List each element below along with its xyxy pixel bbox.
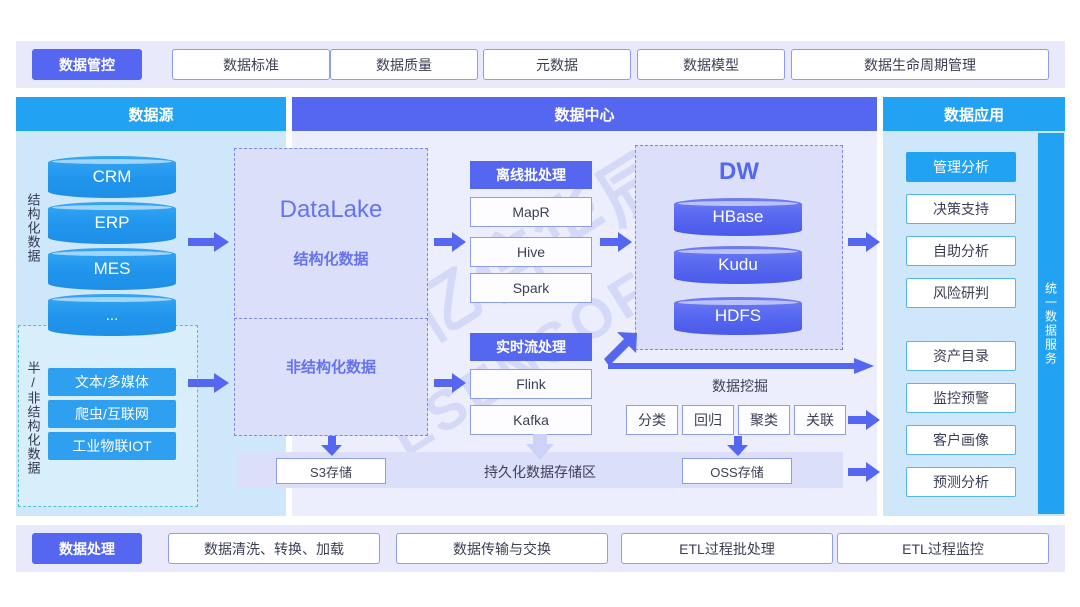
storage-box-oss[interactable]: OSS存储 bbox=[682, 458, 792, 484]
datalake-divider bbox=[234, 318, 428, 319]
mining-item-regression[interactable]: 回归 bbox=[682, 405, 734, 435]
arrow-batch-to-dw bbox=[600, 231, 632, 253]
governance-strip-row: 数据管控 数据标准 数据质量 元数据 数据模型 数据生命周期管理 bbox=[16, 41, 1065, 88]
app-box-predictive-analysis[interactable]: 预测分析 bbox=[906, 467, 1016, 497]
datalake-structured-label: 结构化数据 bbox=[293, 251, 369, 268]
column-header-source: 数据源 bbox=[16, 97, 286, 131]
source-cylinder-mes[interactable]: MES bbox=[48, 248, 176, 290]
source-box-industrial-iot[interactable]: 工业物联IOT bbox=[48, 432, 176, 460]
app-box-decision-support[interactable]: 决策支持 bbox=[906, 194, 1016, 224]
processing-chip-transfer-exchange[interactable]: 数据传输与交换 bbox=[396, 533, 608, 564]
processing-chip-etl-monitor[interactable]: ETL过程监控 bbox=[837, 533, 1049, 564]
unified-data-service-bar: 统一数据服务 bbox=[1038, 133, 1064, 514]
app-box-risk-assessment[interactable]: 风险研判 bbox=[906, 278, 1016, 308]
arrow-dw-to-application bbox=[848, 231, 880, 253]
source-cylinder-crm[interactable]: CRM bbox=[48, 156, 176, 198]
mining-item-clustering[interactable]: 聚类 bbox=[738, 405, 790, 435]
arrow-stream-to-application-long bbox=[608, 358, 874, 374]
processing-chip-etl-batch[interactable]: ETL过程批处理 bbox=[621, 533, 833, 564]
processing-strip-row: 数据处理 数据清洗、转换、加载 数据传输与交换 ETL过程批处理 ETL过程监控 bbox=[16, 525, 1065, 572]
arrow-center-down-faint bbox=[526, 434, 554, 460]
storage-box-s3[interactable]: S3存储 bbox=[276, 458, 386, 484]
data-mining-title: 数据挖掘 bbox=[712, 378, 768, 394]
source-cylinder-erp[interactable]: ERP bbox=[48, 202, 176, 244]
label-structured-data: 结构化数据 bbox=[25, 192, 41, 263]
batch-processing-title: 离线批处理 bbox=[470, 161, 592, 189]
arrow-mining-to-application bbox=[848, 409, 880, 431]
stream-item-flink[interactable]: Flink bbox=[470, 369, 592, 399]
processing-chip-clean-transform-load[interactable]: 数据清洗、转换、加载 bbox=[168, 533, 380, 564]
stream-processing-title: 实时流处理 bbox=[470, 333, 592, 361]
processing-active-chip[interactable]: 数据处理 bbox=[32, 533, 142, 564]
datalake-box bbox=[234, 148, 428, 436]
arrow-stream-down-to-oss bbox=[727, 436, 749, 456]
governance-chip-data-model[interactable]: 数据模型 bbox=[637, 49, 785, 80]
arrow-lake-to-batch bbox=[434, 231, 466, 253]
diagram-canvas: 数据管控 数据标准 数据质量 元数据 数据模型 数据生命周期管理 数据源 数据中… bbox=[0, 0, 1080, 607]
app-box-self-service[interactable]: 自助分析 bbox=[906, 236, 1016, 266]
processing-strip: 数据处理 数据清洗、转换、加载 数据传输与交换 ETL过程批处理 ETL过程监控 bbox=[16, 525, 1065, 572]
app-box-customer-profile[interactable]: 客户画像 bbox=[906, 425, 1016, 455]
arrow-lake-to-stream bbox=[434, 372, 466, 394]
dw-cylinder-kudu[interactable]: Kudu bbox=[674, 246, 802, 284]
arrow-source-to-lake-unstructured bbox=[188, 372, 230, 394]
label-unstructured-data: 半/非结构化数据 bbox=[25, 360, 41, 475]
stream-item-kafka[interactable]: Kafka bbox=[470, 405, 592, 435]
mining-item-classification[interactable]: 分类 bbox=[626, 405, 678, 435]
governance-chip-metadata[interactable]: 元数据 bbox=[483, 49, 631, 80]
dw-cylinder-hdfs[interactable]: HDFS bbox=[674, 297, 802, 335]
data-warehouse-title: DW bbox=[719, 158, 759, 185]
app-box-management-analysis[interactable]: 管理分析 bbox=[906, 152, 1016, 182]
batch-item-hive[interactable]: Hive bbox=[470, 237, 592, 267]
source-box-text-multimedia[interactable]: 文本/多媒体 bbox=[48, 368, 176, 396]
column-header-application: 数据应用 bbox=[883, 97, 1065, 131]
governance-active-chip[interactable]: 数据管控 bbox=[32, 49, 142, 80]
governance-chip-data-quality[interactable]: 数据质量 bbox=[330, 49, 478, 80]
datalake-unstructured-label: 非结构化数据 bbox=[285, 359, 376, 376]
arrow-source-to-lake-structured bbox=[188, 231, 230, 253]
arrow-storage-to-application bbox=[848, 461, 880, 483]
mining-item-association[interactable]: 关联 bbox=[794, 405, 846, 435]
governance-chip-lifecycle[interactable]: 数据生命周期管理 bbox=[791, 49, 1049, 80]
batch-item-spark[interactable]: Spark bbox=[470, 273, 592, 303]
governance-strip: 数据管控 数据标准 数据质量 元数据 数据模型 数据生命周期管理 bbox=[16, 41, 1065, 88]
governance-chip-data-standard[interactable]: 数据标准 bbox=[172, 49, 330, 80]
app-box-monitoring-alert[interactable]: 监控预警 bbox=[906, 383, 1016, 413]
arrow-lake-down-to-s3 bbox=[321, 436, 343, 456]
column-header-center: 数据中心 bbox=[292, 97, 877, 131]
batch-item-mapr[interactable]: MapR bbox=[470, 197, 592, 227]
datalake-title: DataLake bbox=[279, 196, 383, 223]
source-cylinder-more[interactable]: ... bbox=[48, 294, 176, 336]
dw-cylinder-hbase[interactable]: HBase bbox=[674, 198, 802, 236]
source-box-crawler-internet[interactable]: 爬虫/互联网 bbox=[48, 400, 176, 428]
app-box-asset-catalog[interactable]: 资产目录 bbox=[906, 341, 1016, 371]
